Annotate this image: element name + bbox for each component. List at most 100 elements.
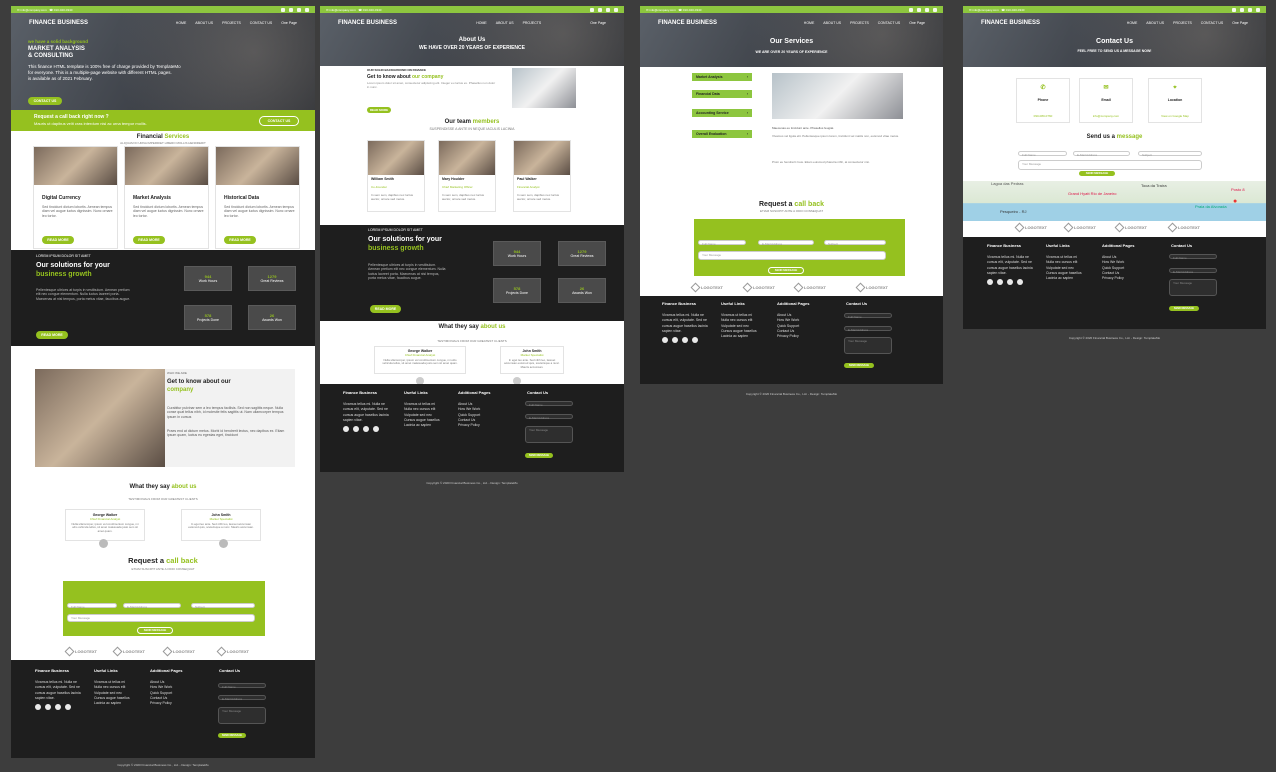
linkedin-icon[interactable] [1248,7,1252,12]
instagram-icon[interactable] [305,7,309,12]
service-text-2: Sed tincidunt dictum lobortis. Aenean te… [133,205,204,218]
testimonial-text-1: Nulla ullamcorper, ipsum vel condimentum… [71,522,139,533]
twitter-icon[interactable] [45,704,51,710]
twitter-icon[interactable] [598,7,602,12]
facebook-icon[interactable] [35,704,41,710]
partner-logo-1: LOGOTEXT [64,646,97,657]
request-subject-input[interactable]: Subject [191,603,255,609]
instagram-icon[interactable] [933,7,937,12]
behance-icon[interactable] [373,426,379,432]
callback-contact-button[interactable]: CONTACT US [259,116,299,126]
facebook-icon[interactable] [909,7,913,12]
about-testimonial-2: John Smith Market Specialist In eget leo… [500,346,564,374]
footer-email-input[interactable]: E-Mail Address [218,695,266,701]
envelope-icon: ✉ [1103,85,1109,91]
linkedin-icon[interactable] [363,426,369,432]
service-title-1: Digital Currency [42,195,81,201]
solutions-text: Pellentesque ultrices at turpis in vesti… [36,288,131,301]
nav-projects[interactable]: PROJECTS [222,21,241,25]
about-solutions-section: LOREM IPSUM DOLOR SIT AMET Our solutions… [320,225,624,321]
footer-message-input[interactable]: Your Message [218,707,266,724]
team-card-3: Paul Walker Financial Analyst In sem sem… [513,140,571,212]
home-footer: Finance Business Vivamus tellus mi. Nulla… [11,660,315,758]
linkedin-icon[interactable] [55,704,61,710]
contact-page-title: Contact Us [1096,38,1133,45]
facebook-icon[interactable] [1232,7,1236,12]
service-card-3: Historical Data Sed tincidunt dictum lob… [215,146,300,249]
map-pin-icon: ● [1233,198,1238,205]
location-map[interactable]: Lagoa das Pedras Grand Hyatt Rio de Jane… [963,181,1266,221]
hero-title-2: & CONSULTING [28,53,74,59]
twitter-icon[interactable] [997,279,1003,285]
behance-icon[interactable] [692,337,698,343]
service-tab-4[interactable]: Overall Evaluation › [692,130,752,138]
facebook-icon[interactable] [281,7,285,12]
services-page-subtitle: WE ARE OVER 20 YEARS OF EXPERIENCE [755,50,828,54]
request-subheading: ETIAM SUSCIPIT ANTE A ODIO CONSEQUAT [131,567,195,571]
facebook-icon[interactable] [343,426,349,432]
footer-about-col: Finance Business Vivamus tellus mi. Nulla… [35,668,85,710]
instagram-icon[interactable] [614,7,618,12]
about-testimonial-1: George Walker Chief Financial Analyst Nu… [374,346,466,374]
about-intro-read-more[interactable]: READ MORE [367,107,391,113]
about-accent: company [167,387,194,393]
twitter-icon[interactable] [917,7,921,12]
nav-home[interactable]: HOME [176,21,187,25]
twitter-icon[interactable] [289,7,293,12]
facebook-icon[interactable] [590,7,594,12]
services-text-2: Vivamus vel ligula elit. Pellentesque ip… [772,134,900,138]
instagram-icon[interactable] [1256,7,1260,12]
contact-message-input[interactable]: Your Message [1018,160,1202,170]
contact-email-input[interactable]: E-Mail Address [1073,151,1130,157]
request-send-button[interactable]: SEND MESSAGE [137,627,173,634]
service-read-more-1[interactable]: READ MORE [42,236,74,244]
hero-text-3: is available as of 2021 February. [28,76,93,81]
twitter-icon[interactable] [1240,7,1244,12]
services-hero: FINANCE BUSINESS HOME ABOUT US PROJECTS CONT… [640,13,943,67]
service-tab-1[interactable]: Market Analysis › [692,73,752,81]
services-page: ✉ info@company.com ☎ 010-020-0340 FINANC… [640,6,943,404]
request-name-input[interactable]: Full Name [67,603,117,609]
topbar-phone[interactable]: 010-020-0340 [54,8,73,12]
contact-name-input[interactable]: Full Name [1018,151,1067,157]
service-title-3: Historical Data [224,195,260,201]
request-form: Full Name E-Mail Address Subject Your Me… [63,581,265,636]
about-page-title: About Us [458,37,486,43]
nav-contact[interactable]: CONTACT US [250,21,272,25]
linkedin-icon[interactable] [606,7,610,12]
behance-icon[interactable] [65,704,71,710]
stat-box-2: 1279 Great Reviews [248,266,296,291]
brand-logo[interactable]: FINANCE BUSINESS [29,20,88,26]
twitter-icon[interactable] [672,337,678,343]
footer-name-input[interactable]: Full Name [218,683,266,689]
nav-one-page[interactable]: One Page [281,21,297,25]
facebook-icon[interactable] [662,337,668,343]
footer-send-button[interactable]: SEND MESSAGE [218,733,246,738]
linkedin-icon[interactable] [297,7,301,12]
twitter-icon[interactable] [353,426,359,432]
behance-icon[interactable] [1017,279,1023,285]
linkedin-icon[interactable] [925,7,929,12]
service-image-2 [125,147,208,185]
linkedin-icon[interactable] [682,337,688,343]
linkedin-icon[interactable] [1007,279,1013,285]
service-read-more-2[interactable]: READ MORE [133,236,165,244]
top-bar: ✉ info@company.com ☎ 010-020-0340 [320,6,624,13]
topbar-email[interactable]: info@company.com [20,8,46,12]
solutions-read-more[interactable]: READ MORE [36,331,68,339]
partner-logo-1: LOGOTEXT [1014,222,1047,233]
request-email-input[interactable]: E-Mail Address [123,603,181,609]
service-read-more-3[interactable]: READ MORE [224,236,256,244]
facebook-icon[interactable] [987,279,993,285]
contact-subject-input[interactable]: Subject [1138,151,1202,157]
service-tab-2[interactable]: Financial Data › [692,90,752,98]
nav-about[interactable]: ABOUT US [195,21,213,25]
contact-send-button[interactable]: SEND MESSAGE [1079,171,1115,176]
service-text-1: Sed tincidunt dictum lobortis. Aenean te… [42,205,113,218]
request-message-input[interactable]: Your Message [67,614,255,622]
about-company-block: WHO WE ARE Get to know about our company… [35,369,295,467]
contact-footer: Finance Business Vivamus tellus mi. Nulla… [963,237,1266,329]
hero-contact-button[interactable]: CONTACT US [28,97,62,105]
main-nav: FINANCE BUSINESS HOME ABOUT US PROJECTS CON… [11,13,315,33]
service-tab-3[interactable]: Accounting Service › [692,109,752,117]
